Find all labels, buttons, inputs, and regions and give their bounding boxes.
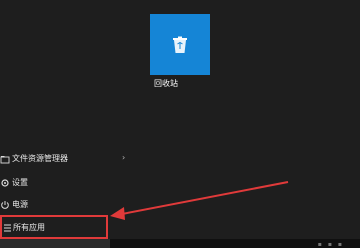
taskbar-search-area[interactable] bbox=[0, 239, 110, 248]
gear-icon bbox=[1, 179, 9, 187]
menu-item-power[interactable]: 电源 bbox=[0, 194, 140, 216]
menu-item-label: 所有应用 bbox=[13, 223, 45, 232]
folder-icon bbox=[0, 156, 10, 164]
menu-item-label: 电源 bbox=[12, 200, 28, 209]
recycle-bin-tile[interactable]: 回收站 bbox=[150, 14, 210, 88]
menu-item-all-apps[interactable]: 所有应用 bbox=[0, 215, 108, 239]
taskbar: ▪▪▪ bbox=[0, 239, 360, 248]
tile-label: 回收站 bbox=[154, 79, 178, 88]
power-icon bbox=[1, 201, 9, 209]
list-icon bbox=[4, 224, 11, 232]
menu-item-label: 设置 bbox=[12, 178, 28, 187]
menu-item-label: 文件资源管理器 bbox=[12, 154, 68, 163]
recycle-bin-icon bbox=[173, 36, 187, 53]
tray-icons: ▪▪▪ bbox=[317, 241, 348, 248]
menu-item-settings[interactable]: 设置 bbox=[0, 172, 140, 194]
chevron-right-icon: › bbox=[122, 153, 126, 162]
start-menu: 回收站 文件资源管理器 › 设置 电源 所有应用 ▪▪▪ bbox=[0, 0, 360, 248]
menu-item-file-explorer[interactable]: 文件资源管理器 › bbox=[0, 148, 140, 170]
